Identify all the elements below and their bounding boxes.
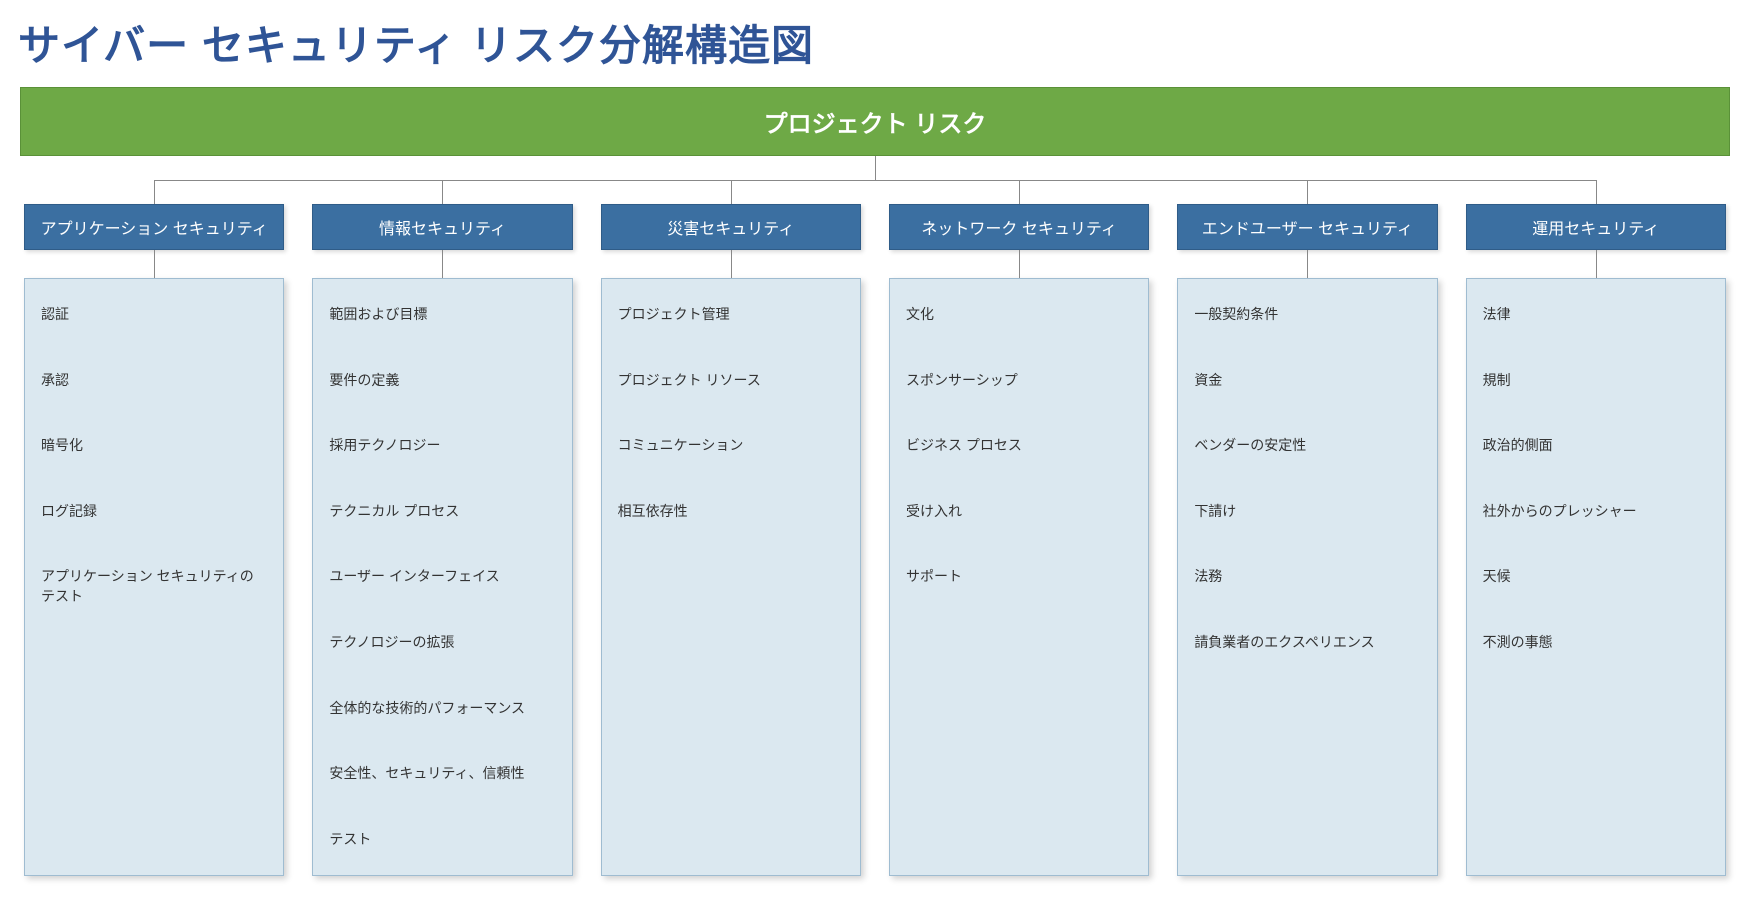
connector-area [24,156,1726,204]
list-item: コミュニケーション [618,436,844,456]
list-item: ベンダーの安定性 [1194,436,1420,456]
connector-drop [154,180,155,204]
list-item: 要件の定義 [329,371,555,391]
root-node: プロジェクト リスク [20,87,1730,156]
list-item: 政治的側面 [1483,436,1709,456]
column-connector [1466,250,1726,278]
list-item: テクニカル プロセス [329,502,555,522]
list-item: 一般契約条件 [1194,305,1420,325]
column: 情報セキュリティ範囲および目標要件の定義採用テクノロジーテクニカル プロセスユー… [312,204,572,876]
column-body: 範囲および目標要件の定義採用テクノロジーテクニカル プロセスユーザー インターフ… [312,278,572,876]
column-connector [312,250,572,278]
column-connector [24,250,284,278]
connector-drop [1019,180,1020,204]
column-header: ネットワーク セキュリティ [889,204,1149,250]
list-item: 天候 [1483,567,1709,587]
list-item: 法務 [1194,567,1420,587]
list-item: 下請け [1194,502,1420,522]
column-connector [889,250,1149,278]
list-item: 受け入れ [906,502,1132,522]
column-body: 認証承認暗号化ログ記録アプリケーション セキュリティのテスト [24,278,284,876]
list-item: 請負業者のエクスペリエンス [1194,633,1420,653]
list-item: 範囲および目標 [329,305,555,325]
column: ネットワーク セキュリティ文化スポンサーシップビジネス プロセス受け入れサポート [889,204,1149,876]
list-item: 安全性、セキュリティ、信頼性 [329,764,555,784]
list-item: テクノロジーの拡張 [329,633,555,653]
list-item: 社外からのプレッシャー [1483,502,1709,522]
list-item: ログ記録 [41,502,267,522]
list-item: ユーザー インターフェイス [329,567,555,587]
column-header: 情報セキュリティ [312,204,572,250]
column: 災害セキュリティプロジェクト管理プロジェクト リソースコミュニケーション相互依存… [601,204,861,876]
list-item: アプリケーション セキュリティのテスト [41,567,267,606]
list-item: スポンサーシップ [906,371,1132,391]
list-item: 規制 [1483,371,1709,391]
list-item: 採用テクノロジー [329,436,555,456]
list-item: 法律 [1483,305,1709,325]
connector-hbar [154,180,1596,181]
list-item: 暗号化 [41,436,267,456]
column-body: 一般契約条件資金ベンダーの安定性下請け法務請負業者のエクスペリエンス [1177,278,1437,876]
connector-drop [442,180,443,204]
column-body: 文化スポンサーシップビジネス プロセス受け入れサポート [889,278,1149,876]
connector-drop [1307,180,1308,204]
list-item: サポート [906,567,1132,587]
list-item: ビジネス プロセス [906,436,1132,456]
column-body: プロジェクト管理プロジェクト リソースコミュニケーション相互依存性 [601,278,861,876]
column-connector [1177,250,1437,278]
column: 運用セキュリティ法律規制政治的側面社外からのプレッシャー天候不測の事態 [1466,204,1726,876]
column-header: 運用セキュリティ [1466,204,1726,250]
column-header: 災害セキュリティ [601,204,861,250]
list-item: 資金 [1194,371,1420,391]
list-item: 文化 [906,305,1132,325]
column-header: アプリケーション セキュリティ [24,204,284,250]
list-item: プロジェクト リソース [618,371,844,391]
list-item: テスト [329,830,555,850]
list-item: プロジェクト管理 [618,305,844,325]
list-item: 承認 [41,371,267,391]
connector-drop [731,180,732,204]
connector-drop [1596,180,1597,204]
column-body: 法律規制政治的側面社外からのプレッシャー天候不測の事態 [1466,278,1726,876]
column: エンドユーザー セキュリティ一般契約条件資金ベンダーの安定性下請け法務請負業者の… [1177,204,1437,876]
list-item: 不測の事態 [1483,633,1709,653]
list-item: 全体的な技術的パフォーマンス [329,699,555,719]
list-item: 認証 [41,305,267,325]
page-title: サイバー セキュリティ リスク分解構造図 [18,12,1732,73]
column-connector [601,250,861,278]
column-header: エンドユーザー セキュリティ [1177,204,1437,250]
column: アプリケーション セキュリティ認証承認暗号化ログ記録アプリケーション セキュリテ… [24,204,284,876]
connector-trunk [875,156,876,180]
list-item: 相互依存性 [618,502,844,522]
columns-container: アプリケーション セキュリティ認証承認暗号化ログ記録アプリケーション セキュリテ… [24,204,1726,876]
